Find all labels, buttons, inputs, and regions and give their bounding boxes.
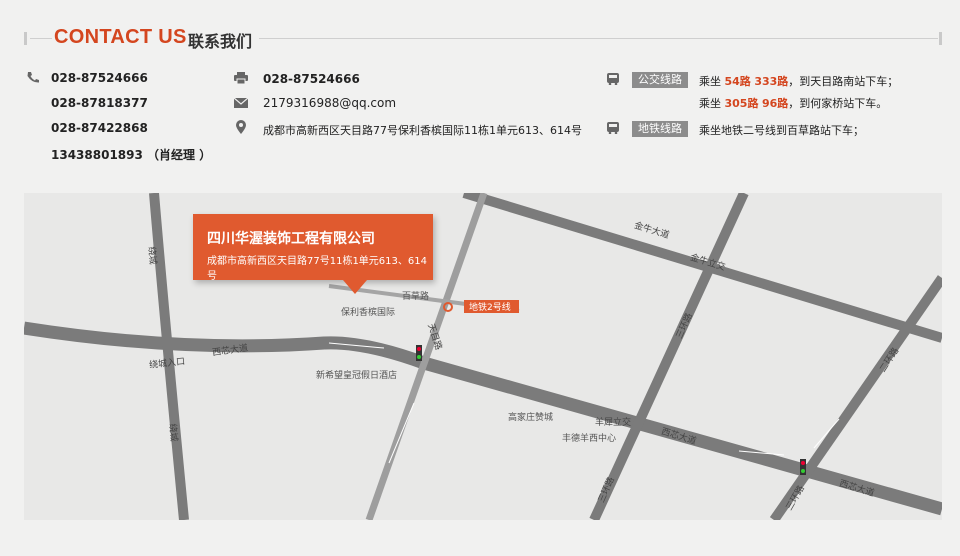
metro-tag: 地铁2号线 xyxy=(469,303,511,313)
label-raocheng-2: 绕城 xyxy=(166,423,179,443)
address-text: 成都市高新西区天目路77号保利香槟国际11栋1单元613、614号 xyxy=(263,124,582,137)
bus-route-305: 305路 xyxy=(724,97,759,110)
phone-2[interactable]: 028-87818377 xyxy=(51,96,148,110)
callout-tail xyxy=(343,280,367,294)
header-cap-left xyxy=(24,32,27,45)
traffic-light-1 xyxy=(416,345,422,361)
label-yangxi: 羊犀立交 xyxy=(595,418,632,428)
bus-line-1-pre: 乘坐 xyxy=(699,75,721,88)
fax-number: 028-87524666 xyxy=(263,72,360,86)
phone-icon xyxy=(27,72,39,83)
label-raocheng-1: 绕城 xyxy=(145,246,158,266)
bus-route-tag: 公交线路 xyxy=(632,72,688,88)
email-address[interactable]: 2179316988@qq.com xyxy=(263,96,396,110)
label-xinxiwang: 新希望皇冠假日酒店 xyxy=(316,371,398,381)
header-title-en: CONTACT US xyxy=(54,26,187,48)
phone-3[interactable]: 028-87422868 xyxy=(51,121,148,135)
label-gaojiazhuang: 高家庄赞城 xyxy=(508,413,554,423)
arrow-tianmu xyxy=(388,402,415,464)
bus-icon xyxy=(607,73,619,85)
bus-line-2-post: ，到何家桥站下车。 xyxy=(788,97,888,110)
header-cap-right xyxy=(939,32,942,45)
fax-icon xyxy=(234,72,248,84)
metro-line: 乘坐地铁二号线到百草路站下车； xyxy=(699,124,864,137)
mail-icon xyxy=(234,97,248,108)
bus-route-96: 96路 xyxy=(761,97,789,110)
location-map[interactable]: 四川华渥装饰工程有限公司 成都市高新西区天目路77号11栋1单元613、614号… xyxy=(24,193,942,520)
phone-1[interactable]: 028-87524666 xyxy=(51,71,148,85)
company-callout[interactable]: 四川华渥装饰工程有限公司 成都市高新西区天目路77号11栋1单元613、614号 xyxy=(193,214,433,294)
label-fengde: 丰德羊西中心 xyxy=(562,434,617,444)
bus-line-1: 乘坐 54路 333路，到天目路南站下车； xyxy=(699,73,898,89)
company-name: 四川华渥装饰工程有限公司 xyxy=(207,231,375,247)
metro-route-tag: 地铁线路 xyxy=(632,121,688,137)
bus-line-2-pre: 乘坐 xyxy=(699,97,721,110)
company-address: 成都市高新西区天目路77号11栋1单元613、614号 xyxy=(207,256,427,282)
bus-route-54: 54路 xyxy=(724,75,751,88)
traffic-light-2 xyxy=(800,459,806,475)
header-line-left xyxy=(30,38,52,39)
location-pin-icon xyxy=(236,120,246,134)
header-title-cn: 联系我们 xyxy=(188,32,253,51)
header-line-right xyxy=(259,38,938,39)
bus-line-1-post: ，到天目路南站下车； xyxy=(788,75,899,88)
label-baicao: 百草路 xyxy=(402,292,430,302)
metro-icon xyxy=(607,122,619,134)
label-baoli: 保利香槟国际 xyxy=(341,308,396,318)
phone-4[interactable]: 13438801893 （肖经理 ） xyxy=(51,146,211,163)
bus-route-333: 333路 xyxy=(754,75,789,88)
bus-line-2: 乘坐 305路 96路，到何家桥站下车。 xyxy=(699,95,887,111)
section-header: CONTACT US 联系我们 xyxy=(24,22,942,56)
